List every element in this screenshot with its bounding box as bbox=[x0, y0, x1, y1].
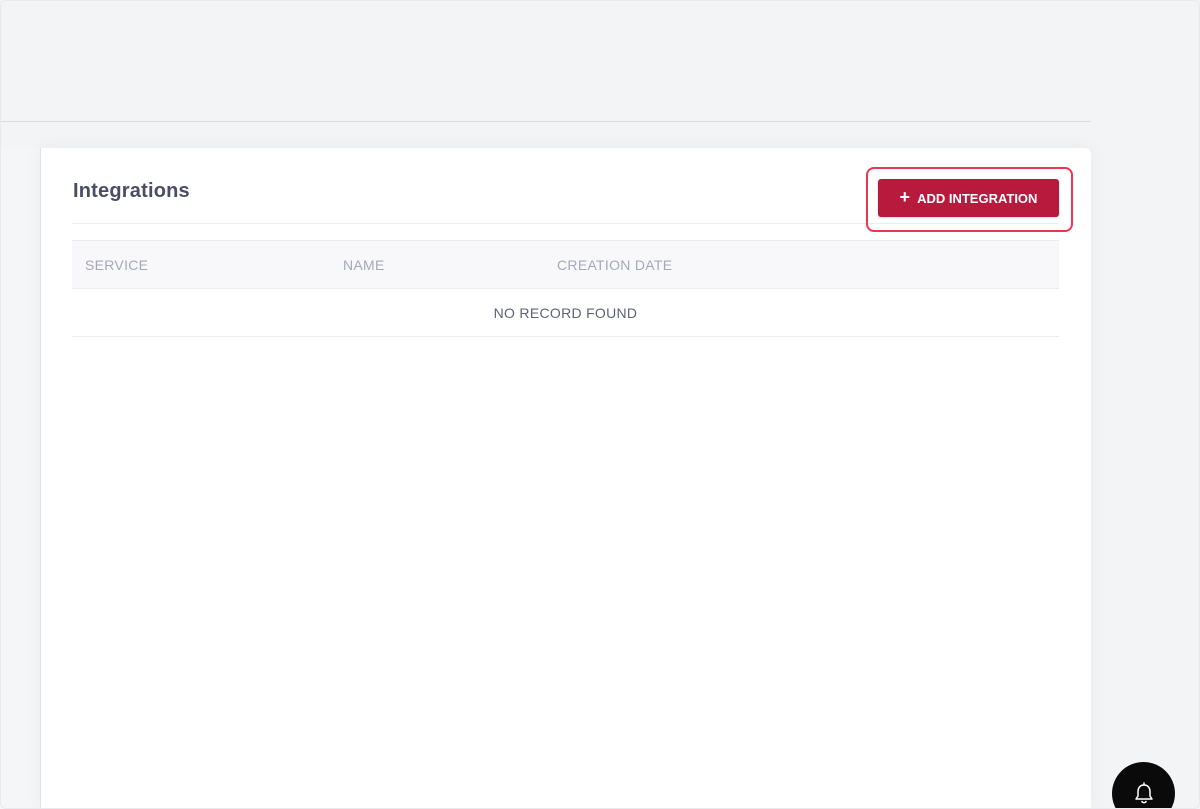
sidebar-strip bbox=[0, 148, 41, 809]
integrations-card: Integrations + ADD INTEGRATION SERVICE N… bbox=[41, 148, 1091, 809]
column-header-creation-date[interactable]: CREATION DATE bbox=[557, 257, 672, 273]
bell-icon bbox=[1133, 782, 1155, 809]
table-header: SERVICE NAME CREATION DATE bbox=[72, 240, 1059, 289]
column-header-name[interactable]: NAME bbox=[343, 257, 385, 273]
empty-state-row: NO RECORD FOUND bbox=[72, 289, 1059, 337]
add-integration-button[interactable]: + ADD INTEGRATION bbox=[878, 179, 1059, 217]
column-header-service[interactable]: SERVICE bbox=[85, 257, 148, 273]
page-title: Integrations bbox=[73, 180, 190, 202]
integrations-table: SERVICE NAME CREATION DATE NO RECORD FOU… bbox=[72, 240, 1059, 337]
plus-icon: + bbox=[899, 187, 911, 207]
empty-state-message: NO RECORD FOUND bbox=[493, 304, 638, 321]
top-header-area bbox=[0, 0, 1091, 122]
notifications-button[interactable] bbox=[1112, 762, 1175, 809]
add-integration-label: ADD INTEGRATION bbox=[917, 190, 1038, 206]
